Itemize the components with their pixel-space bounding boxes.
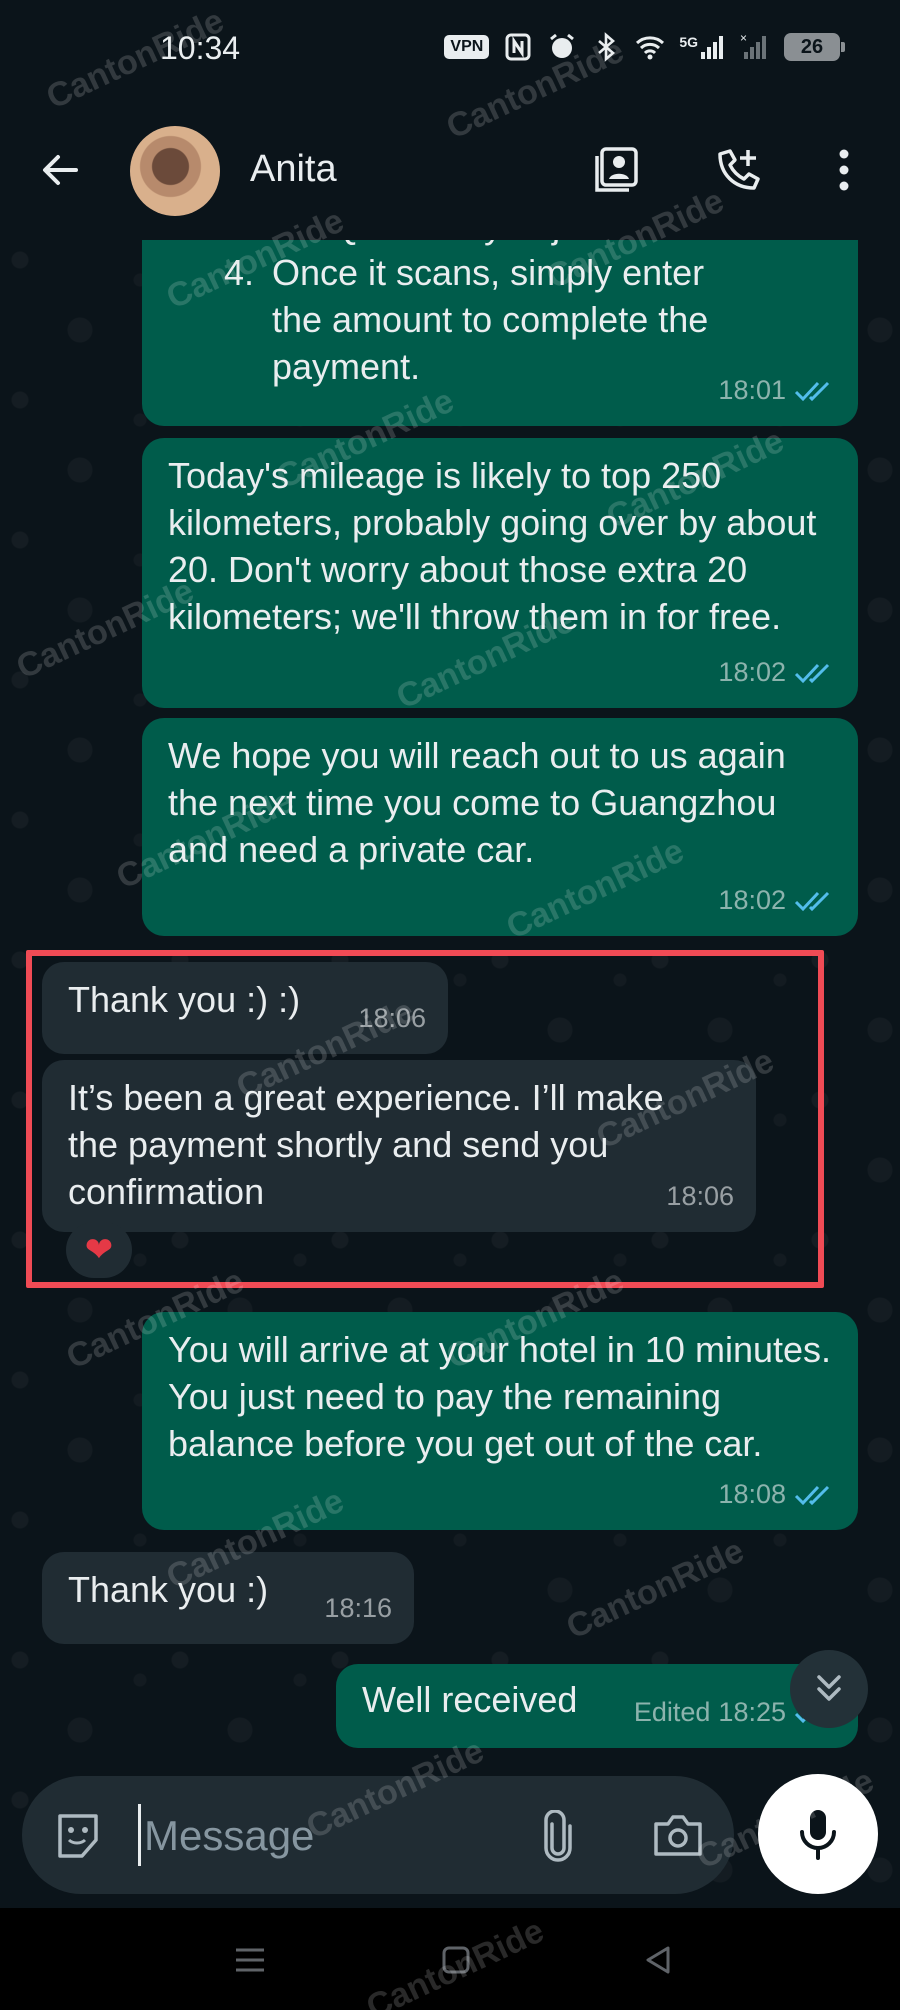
video-call-icon[interactable] — [592, 144, 644, 196]
message-time: 18:16 — [324, 1593, 392, 1623]
message-bubble-outgoing[interactable]: Today's mileage is likely to top 250 kil… — [142, 438, 858, 708]
message-meta: 18:01 — [718, 367, 836, 414]
message-time: 18:01 — [718, 375, 786, 405]
contact-avatar[interactable] — [130, 126, 220, 216]
double-chevron-down-icon — [817, 1675, 841, 1701]
message-bubble-outgoing[interactable]: We hope you will reach out to us again t… — [142, 718, 858, 936]
cellular-signal-icon: 5G — [679, 34, 726, 60]
wifi-icon — [636, 36, 665, 60]
battery-icon: 26 — [784, 33, 845, 61]
add-call-icon[interactable] — [712, 144, 764, 196]
message-time: 18:25 — [718, 1697, 786, 1727]
status-icons: VPN 5G × 26 — [444, 32, 845, 62]
message-bubble-outgoing[interactable]: You will arrive at your hotel in 10 minu… — [142, 1312, 858, 1530]
microphone-icon — [800, 1810, 836, 1860]
scroll-to-bottom-button[interactable] — [790, 1650, 868, 1728]
message-text: We hope you will reach out to us again t… — [168, 735, 786, 870]
nfc-icon — [505, 33, 531, 61]
alarm-icon — [550, 33, 575, 58]
message-meta: 18:02 — [718, 649, 836, 696]
message-time: 18:02 — [718, 885, 786, 915]
more-options-icon[interactable] — [824, 144, 864, 196]
chat-header: Anita — [0, 100, 900, 240]
message-composer — [22, 1776, 734, 1894]
message-text: Today's mileage is likely to top 250 kil… — [168, 455, 817, 637]
contact-name[interactable]: Anita — [250, 148, 337, 191]
message-list[interactable]: the QR code you just saved. 4.Once it sc… — [0, 240, 900, 1770]
read-ticks-icon — [794, 891, 830, 911]
message-time: 18:02 — [718, 657, 786, 687]
read-ticks-icon — [794, 1485, 830, 1505]
message-time: 18:08 — [718, 1479, 786, 1509]
sticker-emoji-icon[interactable] — [52, 1810, 104, 1862]
read-ticks-icon — [794, 663, 830, 683]
back-arrow-icon[interactable] — [36, 146, 84, 194]
list-line: 4. Once it scans, simply enter — [224, 252, 705, 293]
message-meta: 18:08 — [718, 1471, 836, 1518]
recent-apps-icon[interactable] — [230, 1940, 270, 1980]
bluetooth-icon — [598, 32, 616, 62]
attach-paperclip-icon[interactable] — [532, 1810, 584, 1862]
edited-label: Edited — [633, 1697, 711, 1727]
message-meta: 18:02 — [718, 877, 836, 924]
signal-weak-icon: × — [740, 32, 766, 59]
highlight-annotation-box — [26, 950, 824, 1288]
message-bubble-outgoing[interactable]: Well received Edited 18:25 — [336, 1664, 858, 1748]
message-input[interactable] — [144, 1806, 504, 1866]
list-line: the QR code you just saved. — [168, 240, 832, 249]
svg-text:×: × — [740, 32, 747, 45]
system-navigation-bar — [0, 1908, 900, 2010]
message-meta: 18:16 — [324, 1585, 392, 1632]
message-bubble-outgoing[interactable]: the QR code you just saved. 4.Once it sc… — [142, 240, 858, 426]
read-ticks-icon — [794, 381, 830, 401]
voice-record-button[interactable] — [758, 1774, 878, 1894]
message-text: You will arrive at your hotel in 10 minu… — [168, 1329, 832, 1464]
home-icon[interactable] — [436, 1940, 476, 1980]
camera-icon[interactable] — [650, 1812, 706, 1860]
back-triangle-icon[interactable] — [638, 1940, 678, 1980]
vpn-icon: VPN — [444, 35, 490, 59]
status-bar: 10:34 VPN 5G × 26 — [0, 0, 900, 100]
message-bubble-incoming[interactable]: Thank you :) 18:16 — [42, 1552, 414, 1644]
status-time: 10:34 — [160, 30, 241, 66]
list-line: the amount to complete the — [272, 299, 709, 340]
text-caret — [138, 1804, 141, 1866]
